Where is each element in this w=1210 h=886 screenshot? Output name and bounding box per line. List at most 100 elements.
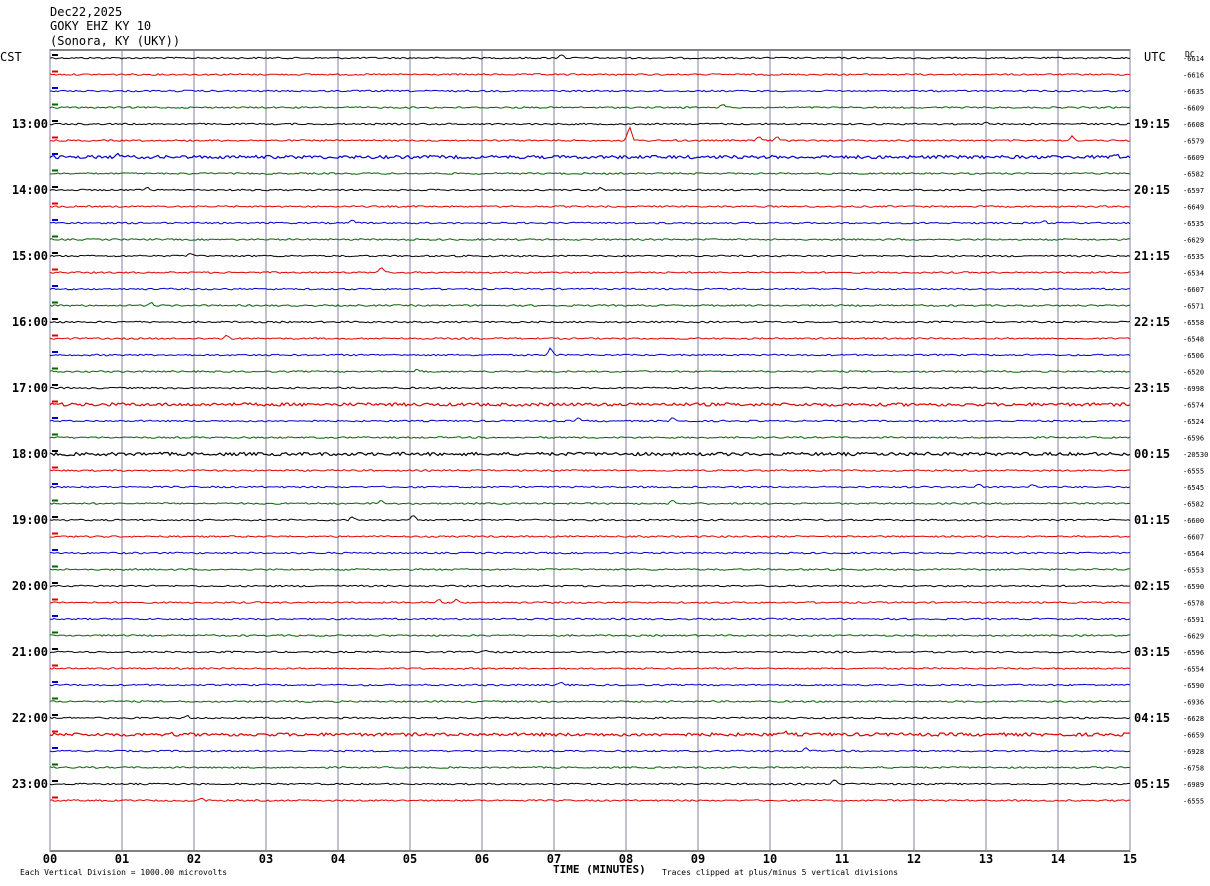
dc-offset-label: -6555 (1183, 468, 1204, 476)
trace-line (49, 152, 1131, 160)
dc-offset-label: -6578 (1183, 600, 1204, 608)
hour-label-right: 00:15 (1134, 447, 1170, 461)
trace-line (49, 238, 1131, 241)
hour-label-left: 18:00 (12, 447, 48, 461)
dc-offset-label: -6553 (1183, 567, 1204, 575)
trace-line (49, 700, 1130, 703)
minute-gridlines: 00 01 02 03 04 05 06 07 08 09 10 11 12 13 14 15 (43, 49, 1137, 866)
x-tick-label: 00 (43, 852, 57, 866)
trace-line (49, 649, 1131, 654)
hour-label-right: 01:15 (1134, 513, 1170, 527)
trace-line (49, 302, 1131, 307)
trace-line (49, 730, 1130, 738)
x-axis-label: TIME (MINUTES) (553, 863, 646, 876)
hour-label-right: 20:15 (1134, 183, 1170, 197)
hour-label-right: 03:15 (1134, 645, 1170, 659)
trace-line (49, 402, 1131, 408)
dc-offset-label: -6629 (1183, 633, 1204, 641)
dc-offset-label: -6607 (1183, 534, 1204, 542)
hour-label-left: 15:00 (12, 249, 48, 263)
dc-offset-label: -6582 (1183, 501, 1204, 509)
dc-offset-label: -6558 (1183, 319, 1204, 327)
trace-line (50, 219, 1131, 225)
trace-line (49, 667, 1131, 670)
hour-label-left: 23:00 (12, 777, 48, 791)
dc-offset-label: -6545 (1183, 484, 1204, 492)
trace-line (49, 568, 1131, 571)
location-label: (Sonora, KY (UKY)) (50, 34, 180, 48)
trace-line (49, 121, 1131, 126)
trace-line (49, 287, 1131, 291)
dc-offset-label: -6608 (1183, 121, 1204, 129)
hour-label-right: 04:15 (1134, 711, 1170, 725)
trace-line (49, 267, 1131, 274)
dc-offset-label: -6609 (1183, 105, 1204, 113)
helicorder-chart: Dec22,2025 GOKY EHZ KY 10 (Sonora, KY (U… (0, 5, 1208, 877)
dc-offset-label: -6579 (1183, 138, 1204, 146)
dc-offset-label: -6758 (1183, 765, 1204, 773)
hour-label-left: 22:00 (12, 711, 48, 725)
x-tick-label: 15 (1123, 852, 1137, 866)
x-tick-label: 10 (763, 852, 777, 866)
trace-line (49, 252, 1131, 258)
dc-offset-label: -6555 (1183, 798, 1204, 806)
seismic-traces (49, 54, 1131, 802)
trace-line (49, 205, 1130, 208)
dc-offset-label: -6535 (1183, 253, 1204, 261)
trace-line (49, 386, 1131, 390)
hour-label-left: 17:00 (12, 381, 48, 395)
trace-line (49, 747, 1131, 753)
dc-offset-label: -6609 (1183, 154, 1204, 162)
dc-offset-label: -6506 (1183, 352, 1204, 360)
axis-labels: -6614 -6616 -6635 -6609 -6608 -6579 -6609 -6582… (12, 55, 1208, 806)
trace-line (49, 89, 1131, 93)
trace-line (49, 584, 1131, 588)
x-tick-label: 05 (403, 852, 417, 866)
trace-line (49, 104, 1131, 109)
dc-offset-label: -6520 (1183, 369, 1204, 377)
hour-label-left: 19:00 (12, 513, 48, 527)
trace-line (49, 54, 1131, 60)
trace-line (49, 551, 1131, 555)
trace-line (49, 634, 1131, 637)
dc-offset-label: -6554 (1183, 666, 1204, 674)
trace-line (49, 797, 1131, 802)
trace-line (49, 714, 1131, 720)
plot-frame (49, 49, 1131, 852)
dc-offset-label: -6597 (1183, 187, 1204, 195)
x-tick-label: 12 (907, 852, 921, 866)
trace-line (49, 483, 1131, 489)
dc-offset-label: -6590 (1183, 682, 1204, 690)
dc-offset-label: -6571 (1183, 303, 1204, 311)
x-tick-label: 01 (115, 852, 129, 866)
dc-offset-label: -6596 (1183, 435, 1204, 443)
dc-offset-label: -6628 (1183, 715, 1204, 723)
trace-line (49, 368, 1131, 373)
x-tick-label: 09 (691, 852, 705, 866)
clip-note: Traces clipped at plus/minus 5 vertical … (662, 868, 898, 877)
dc-offset-label: -6607 (1183, 286, 1204, 294)
dc-offset-label: -20530 (1183, 451, 1208, 459)
left-timezone-label: CST (0, 50, 22, 64)
trace-line (49, 779, 1131, 786)
dc-offset-label: -6616 (1183, 72, 1204, 80)
x-tick-label: 04 (331, 852, 345, 866)
trace-line (49, 451, 1131, 457)
dc-offset-label: -6600 (1183, 517, 1204, 525)
trace-line (49, 535, 1131, 538)
hour-label-left: 13:00 (12, 117, 48, 131)
trace-line (49, 499, 1131, 505)
dc-offset-label: -6535 (1183, 220, 1204, 228)
trace-line (49, 598, 1131, 604)
trace-line (49, 186, 1131, 192)
dc-offset-label: -6649 (1183, 204, 1204, 212)
dc-offset-label: -6524 (1183, 418, 1204, 426)
dc-offset-label: -6534 (1183, 270, 1204, 278)
trace-line (49, 515, 1131, 522)
hour-label-left: 21:00 (12, 645, 48, 659)
hour-label-right: 05:15 (1134, 777, 1170, 791)
dc-offset-label: -6629 (1183, 237, 1204, 245)
dc-offset-label: -6591 (1183, 616, 1204, 624)
hour-label-right: 23:15 (1134, 381, 1170, 395)
dc-offset-label: -6596 (1183, 649, 1204, 657)
